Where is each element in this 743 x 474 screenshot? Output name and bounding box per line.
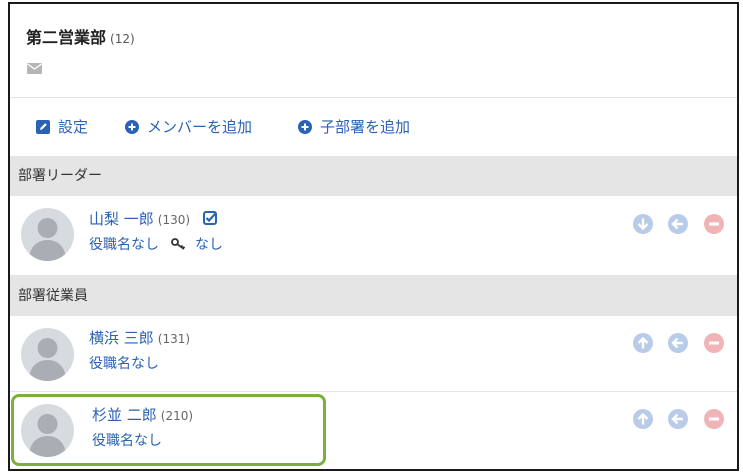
move-up-button[interactable]	[633, 409, 653, 429]
member-name-link[interactable]: 横浜 三郎 (131)	[89, 327, 190, 348]
member-role[interactable]: 役職名なし	[92, 430, 162, 450]
add-subdepartment-button[interactable]: 子部署を追加	[298, 116, 410, 137]
member-role-line: 役職名なし	[89, 353, 159, 373]
arrow-left-circle-icon	[668, 409, 688, 429]
member-role-line: 役職名なし なし	[89, 234, 223, 254]
department-name: 第二営業部	[26, 28, 107, 47]
demote-button[interactable]	[668, 333, 688, 353]
member-name: 杉並 二郎	[92, 406, 157, 424]
remove-button[interactable]	[704, 409, 724, 429]
action-toolbar: 設定 メンバーを追加 子部署を追加	[10, 98, 737, 156]
arrow-up-circle-icon	[633, 333, 653, 353]
section-leaders-label: 部署リーダー	[18, 168, 102, 184]
plus-circle-icon	[298, 119, 312, 134]
minus-circle-icon	[704, 409, 724, 429]
member-id: (130)	[157, 213, 191, 227]
department-header: 第二営業部 (12)	[10, 4, 737, 98]
move-up-button[interactable]	[633, 333, 653, 353]
member-name: 山梨 一郎	[89, 210, 154, 228]
person-silhouette-icon	[29, 218, 66, 261]
avatar	[21, 208, 74, 261]
plus-circle-icon	[125, 119, 139, 134]
department-title: 第二営業部 (12)	[26, 24, 135, 48]
person-silhouette-icon	[29, 414, 66, 457]
add-subdepartment-label: 子部署を追加	[320, 118, 411, 136]
edit-icon	[36, 119, 50, 134]
minus-circle-icon	[704, 333, 724, 353]
envelope-icon[interactable]	[27, 63, 42, 74]
key-value[interactable]: なし	[195, 234, 223, 254]
person-silhouette-icon	[29, 338, 66, 381]
employee-row: 横浜 三郎 (131) 役職名なし	[10, 316, 737, 392]
arrow-down-circle-icon	[633, 214, 653, 234]
demote-button[interactable]	[668, 214, 688, 234]
member-role-line: 役職名なし	[92, 430, 162, 450]
remove-button[interactable]	[704, 333, 724, 353]
leader-row: 山梨 一郎 (130) 役職名なし なし	[10, 196, 737, 276]
remove-button[interactable]	[704, 214, 724, 234]
section-employees-label: 部署従業員	[18, 288, 88, 304]
settings-button[interactable]: 設定	[36, 116, 88, 137]
add-member-button[interactable]: メンバーを追加	[125, 116, 252, 137]
arrow-left-circle-icon	[668, 214, 688, 234]
settings-label: 設定	[58, 118, 89, 136]
arrow-up-circle-icon	[633, 409, 653, 429]
move-down-button[interactable]	[633, 214, 653, 234]
employee-row: 杉並 二郎 (210) 役職名なし	[10, 392, 737, 469]
member-name-link[interactable]: 杉並 二郎 (210)	[92, 404, 193, 425]
demote-button[interactable]	[668, 409, 688, 429]
avatar	[21, 404, 74, 457]
checkbox-checked-icon[interactable]	[202, 211, 217, 225]
department-panel: 第二営業部 (12) 設定 メンバーを追加 子部署を追加 部署リーダー 山梨 一…	[8, 2, 739, 471]
member-role[interactable]: 役職名なし	[89, 234, 159, 254]
arrow-left-circle-icon	[668, 333, 688, 353]
section-leaders: 部署リーダー	[10, 156, 737, 196]
department-count: (12)	[110, 32, 135, 46]
add-member-label: メンバーを追加	[147, 118, 253, 136]
member-name: 横浜 三郎	[89, 329, 154, 347]
member-id: (210)	[160, 409, 194, 423]
member-role[interactable]: 役職名なし	[89, 353, 159, 373]
section-employees: 部署従業員	[10, 276, 737, 316]
member-id: (131)	[157, 332, 191, 346]
avatar	[21, 328, 74, 381]
key-icon	[171, 238, 186, 250]
member-name-link[interactable]: 山梨 一郎 (130)	[89, 208, 217, 229]
minus-circle-icon	[704, 214, 724, 234]
